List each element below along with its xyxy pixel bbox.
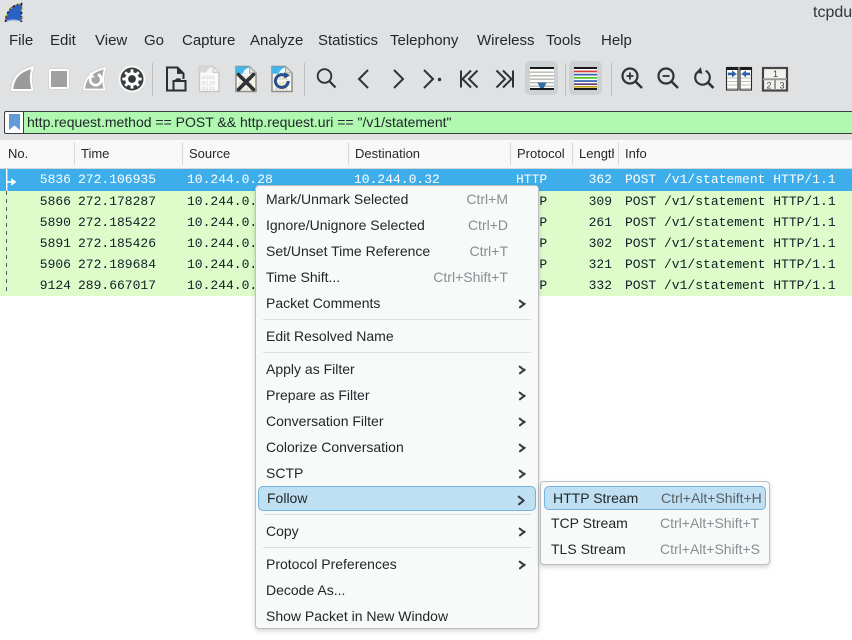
svg-text:0111: 0111 [202, 86, 215, 92]
svg-text:3: 3 [780, 81, 785, 91]
svg-text:1: 1 [773, 69, 778, 79]
svg-text:2: 2 [767, 81, 772, 91]
